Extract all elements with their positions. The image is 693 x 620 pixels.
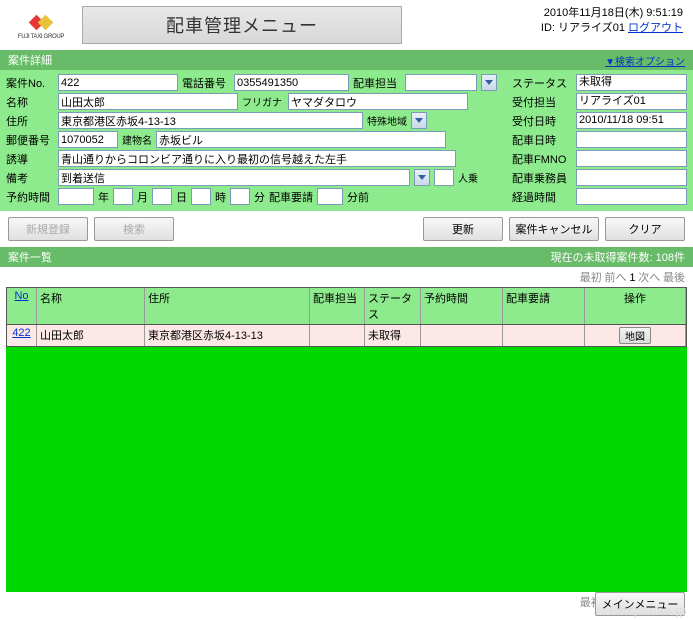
day-input[interactable] (152, 188, 172, 205)
elapsed-value (576, 188, 687, 205)
label-tel: 電話番号 (182, 75, 230, 91)
year-input[interactable] (58, 188, 94, 205)
label-building: 建物名 (122, 132, 152, 147)
before-input[interactable] (317, 188, 343, 205)
building-input[interactable] (156, 131, 446, 148)
detail-section-bar: 案件詳細 ▼検索オプション (0, 50, 693, 70)
update-button[interactable]: 更新 (423, 217, 503, 241)
logo-icon (27, 12, 55, 34)
dispdt-value (576, 131, 687, 148)
label-dispatch: 配車担当 (353, 75, 401, 91)
label-postal: 郵便番号 (6, 132, 54, 148)
tel-input[interactable] (234, 74, 349, 91)
logout-link[interactable]: ログアウト (628, 22, 683, 34)
table-header: No 名称 住所 配車担当 ステータス 予約時間 配車要請 操作 (7, 288, 686, 325)
label-address: 住所 (6, 113, 54, 129)
header-info: 2010年11月18日(木) 9:51:19 ID: リアライズ01 ログアウト (541, 6, 683, 37)
label-furigana: フリガナ (242, 94, 284, 109)
pager-top: 最初 前へ 1 次へ 最後 (0, 267, 693, 287)
label-caseno: 案件No. (6, 75, 54, 91)
detail-panel: 案件No. 電話番号 配車担当 名称 フリガナ 住所 特殊地域 郵便番号 建物名… (0, 70, 693, 211)
note-input[interactable] (58, 169, 410, 186)
clear-button[interactable]: クリア (605, 217, 685, 241)
list-empty-area (6, 347, 687, 592)
map-button[interactable]: 地図 (619, 327, 651, 344)
watermark: Response.jp (609, 603, 687, 618)
furigana-input[interactable] (288, 93, 468, 110)
crew-value (576, 169, 687, 186)
note-dropdown[interactable] (414, 169, 430, 186)
label-name: 名称 (6, 94, 54, 110)
label-guide: 誘導 (6, 151, 54, 167)
postal-input[interactable] (58, 131, 118, 148)
min-input[interactable] (230, 188, 250, 205)
special-dropdown[interactable] (411, 112, 427, 129)
pager-bottom: 最初 前へ 1 次へ 最後 (0, 592, 693, 612)
status-value: 未取得 (576, 74, 687, 91)
page-title-bar: 配車管理メニュー (82, 6, 402, 44)
month-input[interactable] (113, 188, 133, 205)
list-count: 現在の未取得案件数: 108件 (551, 249, 685, 265)
label-note: 備考 (6, 170, 54, 186)
dispatch-input[interactable] (405, 74, 477, 91)
guide-input[interactable] (58, 150, 456, 167)
list-section-bar: 案件一覧 現在の未取得案件数: 108件 (0, 247, 693, 267)
label-reserve: 予約時間 (6, 189, 54, 205)
label-special: 特殊地域 (367, 113, 407, 128)
header-datetime: 2010年11月18日(木) 9:51:19 (541, 6, 683, 21)
fmno-value (576, 150, 687, 167)
search-option-link[interactable]: ▼検索オプション (605, 53, 685, 68)
logo: FUJI TAXI GROUP (10, 6, 72, 46)
recvdt-value: 2010/11/18 09:51 (576, 112, 687, 129)
table-row[interactable]: 422 山田太郎 東京都港区赤坂4-13-13 未取得 地図 (7, 325, 686, 346)
logo-text: FUJI TAXI GROUP (18, 34, 64, 40)
name-input[interactable] (58, 93, 238, 110)
row-no-link[interactable]: 422 (12, 327, 30, 339)
hour-input[interactable] (191, 188, 211, 205)
caseno-input[interactable] (58, 74, 178, 91)
search-button[interactable]: 検索 (94, 217, 174, 241)
dispatch-dropdown[interactable] (481, 74, 497, 91)
address-input[interactable] (58, 112, 363, 129)
new-button[interactable]: 新規登録 (8, 217, 88, 241)
label-passengers: 人乗 (458, 170, 478, 185)
col-no-sort[interactable]: No (14, 290, 28, 302)
recvby-value: リアライズ01 (576, 93, 687, 110)
case-table: No 名称 住所 配車担当 ステータス 予約時間 配車要請 操作 422 山田太… (6, 287, 687, 347)
page-title: 配車管理メニュー (166, 12, 318, 38)
passengers-input[interactable] (434, 169, 454, 186)
cancel-button[interactable]: 案件キャンセル (509, 217, 599, 241)
